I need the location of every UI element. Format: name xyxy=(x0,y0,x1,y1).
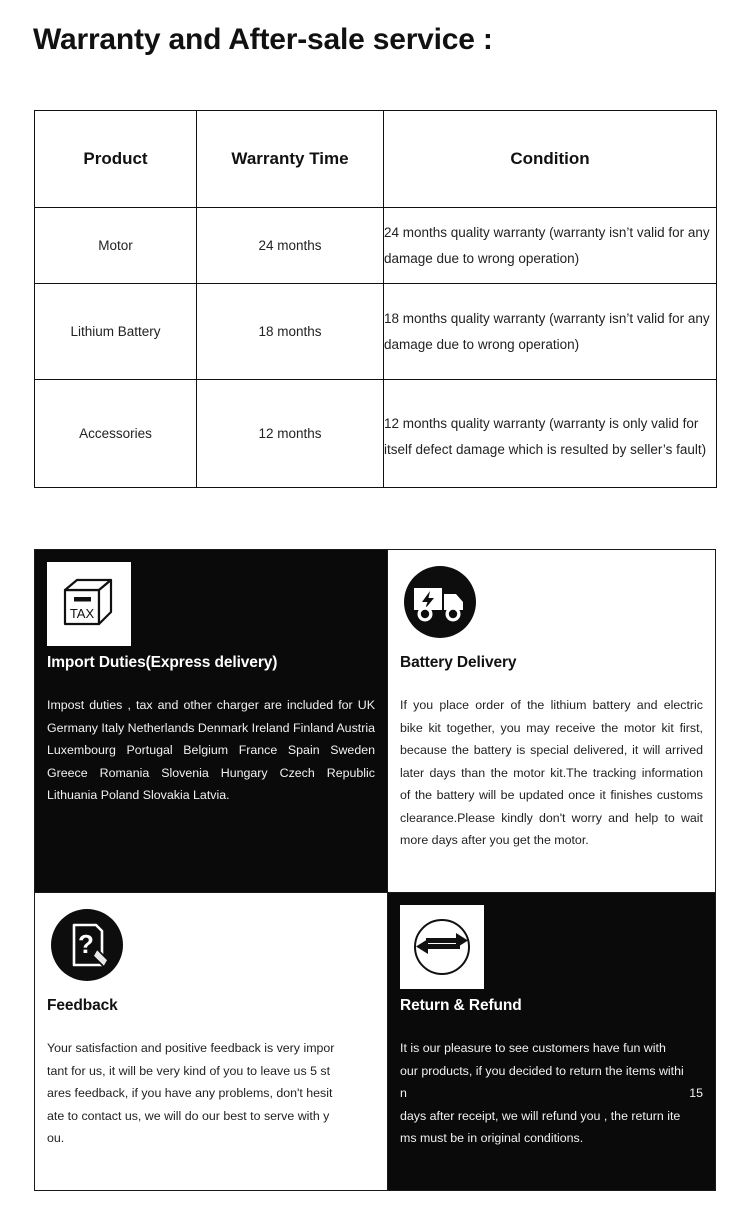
feedback-line: ou. xyxy=(47,1131,65,1145)
table-row: Accessories 12 months 12 months quality … xyxy=(34,379,717,488)
panel-title-feedback: Feedback xyxy=(47,997,118,1014)
svg-text:TAX: TAX xyxy=(70,606,95,621)
exchange-arrows-icon xyxy=(400,905,484,989)
panel-body-feedback: Your satisfaction and positive feedback … xyxy=(47,1037,375,1150)
return-days-value: 15 xyxy=(689,1086,703,1100)
column-header-condition: Condition xyxy=(383,110,717,208)
cell-condition-motor: 24 months quality warranty (warranty isn… xyxy=(383,207,717,284)
tax-box-icon: TAX xyxy=(47,562,131,646)
table-row: Motor 24 months 24 months quality warran… xyxy=(34,207,717,284)
panel-body-import-duties: Impost duties , tax and other charger ar… xyxy=(47,698,375,802)
feedback-line: tant for us, it will be very kind of you… xyxy=(47,1063,331,1078)
cell-product-motor: Motor xyxy=(34,207,197,284)
panel-body-return-refund: It is our pleasure to see customers have… xyxy=(400,1037,703,1150)
column-header-product: Product xyxy=(34,110,197,208)
return-line: days after receipt, we will refund you ,… xyxy=(400,1108,681,1123)
feedback-line: ares feedback, if you have any problems,… xyxy=(47,1086,333,1100)
return-line: our products, if you decided to return t… xyxy=(400,1063,684,1078)
cell-product-lithium-battery: Lithium Battery xyxy=(34,283,197,380)
panel-return-refund: Return & Refund It is our pleasure to se… xyxy=(388,893,715,1190)
panel-body-battery-delivery: If you place order of the lithium batter… xyxy=(400,698,703,847)
return-line: It is our pleasure to see customers have… xyxy=(400,1041,666,1055)
cell-product-accessories: Accessories xyxy=(34,379,197,488)
panel-import-duties: TAX Import Duties(Express delivery) Impo… xyxy=(35,550,388,893)
table-header-row: Product Warranty Time Condition xyxy=(34,110,717,208)
cell-condition-accessories: 12 months quality warranty (warranty is … xyxy=(383,379,717,488)
feedback-line: Your satisfaction and positive feedback … xyxy=(47,1041,335,1055)
return-line: ms must be in original conditions. xyxy=(400,1131,584,1145)
cell-time-accessories: 12 months xyxy=(196,379,384,488)
svg-text:?: ? xyxy=(78,929,94,959)
panel-title-return-refund: Return & Refund xyxy=(400,997,522,1014)
document-question-pencil-icon: ? xyxy=(47,905,131,989)
table-row: Lithium Battery 18 months 18 months qual… xyxy=(34,283,717,380)
panel-battery-delivery: Battery Delivery If you place order of t… xyxy=(388,550,715,893)
feedback-line: ate to contact us, we will do our best t… xyxy=(47,1108,330,1123)
cell-time-motor: 24 months xyxy=(196,207,384,284)
panel-title-battery-delivery: Battery Delivery xyxy=(400,654,517,671)
cell-condition-lithium-battery: 18 months quality warranty (warranty isn… xyxy=(383,283,717,380)
panel-title-import-duties: Import Duties(Express delivery) xyxy=(47,654,278,671)
return-line-fragment: n xyxy=(400,1086,407,1100)
info-panel-grid: TAX Import Duties(Express delivery) Impo… xyxy=(34,549,716,1191)
panel-feedback: ? Feedback Your satisfaction and positiv… xyxy=(35,893,388,1190)
return-line-with-days: n 15 xyxy=(400,1082,703,1105)
warranty-table: Product Warranty Time Condition Motor 24… xyxy=(34,110,717,488)
electric-delivery-truck-icon xyxy=(400,562,484,646)
column-header-warranty-time: Warranty Time xyxy=(196,110,384,208)
cell-time-lithium-battery: 18 months xyxy=(196,283,384,380)
page-title: Warranty and After-sale service : xyxy=(33,23,493,56)
